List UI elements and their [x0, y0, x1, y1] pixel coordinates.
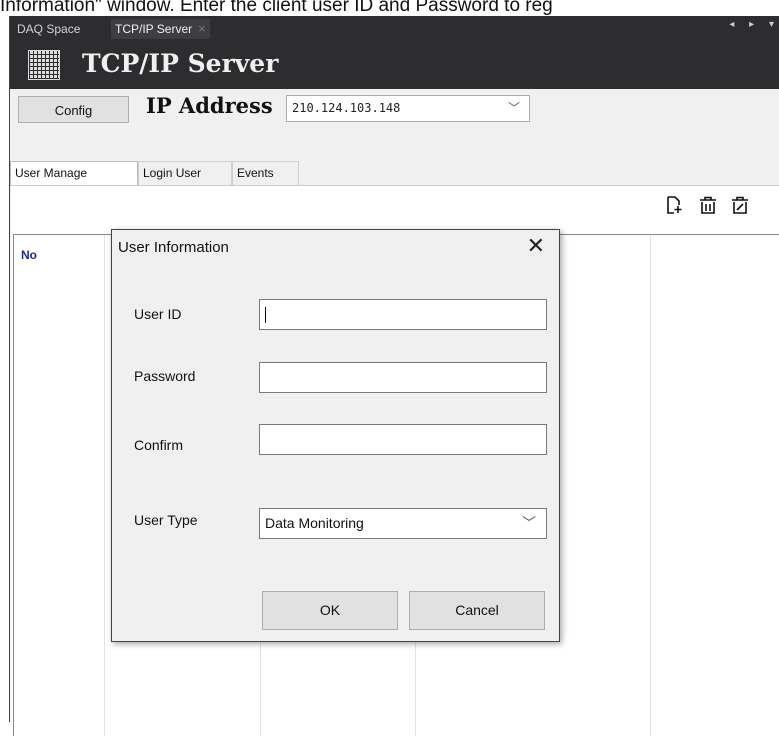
user-information-dialog: User Information ✕ User ID Password Conf… — [111, 229, 560, 642]
doc-tab-label: TCP/IP Server — [115, 22, 193, 36]
toolbar: Config IP Address 210.124.103.148 ﹀ — [10, 89, 779, 125]
user-id-label: User ID — [134, 306, 182, 322]
user-type-label: User Type — [134, 512, 198, 528]
doc-tab-label: DAQ Space — [17, 22, 81, 36]
document-caption-text: Information" window. Enter the client us… — [0, 0, 553, 16]
password-label: Password — [134, 368, 196, 384]
add-user-icon[interactable] — [665, 196, 683, 214]
close-icon[interactable]: × — [198, 21, 206, 36]
confirm-label: Confirm — [134, 437, 184, 453]
chevron-down-icon: ﹀ — [507, 101, 520, 115]
column-header-no: No — [21, 248, 37, 262]
user-id-input[interactable] — [259, 299, 547, 330]
config-button[interactable]: Config — [18, 96, 129, 123]
chevron-down-icon: ﹀ — [522, 515, 536, 531]
tab-events[interactable]: Events — [232, 161, 299, 185]
ip-address-select[interactable]: 210.124.103.148 ﹀ — [286, 95, 530, 122]
tab-scroll-arrows-icon[interactable]: ◂ ▸ ▾ — [729, 19, 779, 30]
delete-user-icon[interactable] — [699, 196, 717, 214]
tab-label: User Manage — [15, 166, 88, 180]
page-title: TCP/IP Server — [82, 49, 279, 78]
doc-tab-daq-space[interactable]: DAQ Space — [13, 19, 84, 39]
column-divider — [650, 235, 651, 736]
ip-address-value: 210.124.103.148 — [292, 101, 401, 115]
confirm-password-input[interactable] — [259, 424, 547, 455]
document-tab-bar: DAQ Space TCP/IP Server × ◂ ▸ ▾ — [10, 16, 779, 41]
tab-user-manage[interactable]: User Manage — [10, 161, 138, 186]
close-icon[interactable]: ✕ — [527, 235, 545, 257]
password-input[interactable] — [259, 362, 547, 393]
ip-address-label: IP Address — [146, 93, 273, 118]
text-caret — [265, 307, 266, 323]
tab-login-user[interactable]: Login User — [138, 161, 232, 185]
user-type-select[interactable]: Data Monitoring ﹀ — [259, 508, 547, 539]
tab-label: Events — [237, 166, 274, 180]
user-type-value: Data Monitoring — [265, 515, 364, 531]
column-divider — [104, 235, 105, 736]
ok-button[interactable]: OK — [262, 591, 398, 630]
tab-label: Login User — [143, 166, 202, 180]
dialog-title: User Information — [118, 239, 229, 256]
edit-user-icon[interactable] — [731, 196, 749, 214]
doc-tab-tcp-ip-server[interactable]: TCP/IP Server × — [111, 19, 210, 39]
window-header: TCP/IP Server — [10, 41, 779, 89]
cancel-button[interactable]: Cancel — [409, 591, 545, 630]
grid-logo-icon — [28, 50, 60, 80]
